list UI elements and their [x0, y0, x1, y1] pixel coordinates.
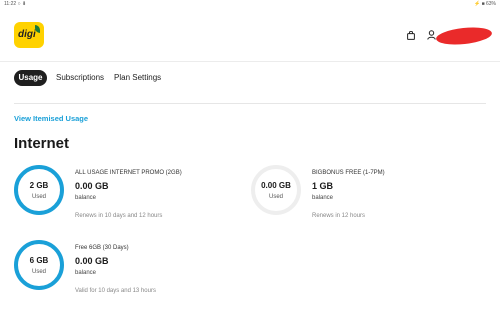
digi-logo[interactable]: digi	[14, 22, 44, 48]
divider	[14, 103, 486, 104]
redacted-account-name	[435, 25, 493, 47]
tab-plan-settings[interactable]: Plan Settings	[114, 70, 161, 86]
ring-used-amount: 0.00 GB	[261, 181, 291, 190]
plan-card-free-6gb: 6 GB Used Free 6GB (30 Days) 0.00 GB bal…	[14, 240, 250, 300]
plan-name: Free 6GB (30 Days)	[75, 245, 129, 251]
plan-name: BIGBONUS FREE (1-7PM)	[312, 170, 385, 176]
status-notification-icons: ○ ⬇	[17, 1, 27, 7]
usage-ring	[14, 165, 64, 215]
plan-name: ALL USAGE INTERNET PROMO (2GB)	[75, 170, 182, 176]
status-bar: 11:22 ○ ⬇ ⚡ ■ 63%	[0, 0, 500, 9]
tab-usage[interactable]: Usage	[14, 70, 47, 86]
usage-ring	[251, 165, 301, 215]
plan-renewal-text: Valid for 10 days and 13 hours	[75, 288, 156, 294]
plan-card-bigbonus-free: 0.00 GB Used BIGBONUS FREE (1-7PM) 1 GB …	[251, 165, 487, 225]
plan-balance-amount: 0.00 GB	[75, 181, 109, 191]
view-itemised-usage-link[interactable]: View Itemised Usage	[14, 114, 88, 123]
plan-balance-amount: 0.00 GB	[75, 256, 109, 266]
section-title-internet: Internet	[14, 135, 70, 152]
tab-subscriptions[interactable]: Subscriptions	[56, 70, 104, 86]
plan-balance-label: balance	[312, 195, 334, 201]
status-indicators: ⚡ ■ 63%	[473, 1, 496, 7]
ring-used-label: Used	[31, 269, 46, 275]
ring-used-label: Used	[31, 194, 46, 200]
user-icon[interactable]	[427, 30, 436, 40]
plan-renewal-text: Renews in 10 days and 12 hours	[75, 213, 163, 219]
usage-ring	[14, 240, 64, 290]
ring-used-label: Used	[268, 194, 283, 200]
status-clock: 11:22	[4, 1, 17, 7]
shopping-bag-icon[interactable]	[407, 31, 415, 40]
plan-renewal-text: Renews in 12 hours	[312, 213, 366, 219]
logo-text: digi	[18, 29, 36, 40]
app-header: digi	[0, 9, 500, 62]
ring-used-amount: 2 GB	[29, 181, 49, 190]
status-time: 11:22 ○ ⬇	[4, 1, 26, 7]
logo-leaf-icon	[35, 25, 40, 33]
plan-balance-label: balance	[75, 270, 97, 276]
plan-card-all-usage-promo: 2 GB Used ALL USAGE INTERNET PROMO (2GB)…	[14, 165, 250, 225]
plan-balance-amount: 1 GB	[312, 181, 334, 191]
ring-used-amount: 6 GB	[29, 256, 49, 265]
plan-balance-label: balance	[75, 195, 97, 201]
